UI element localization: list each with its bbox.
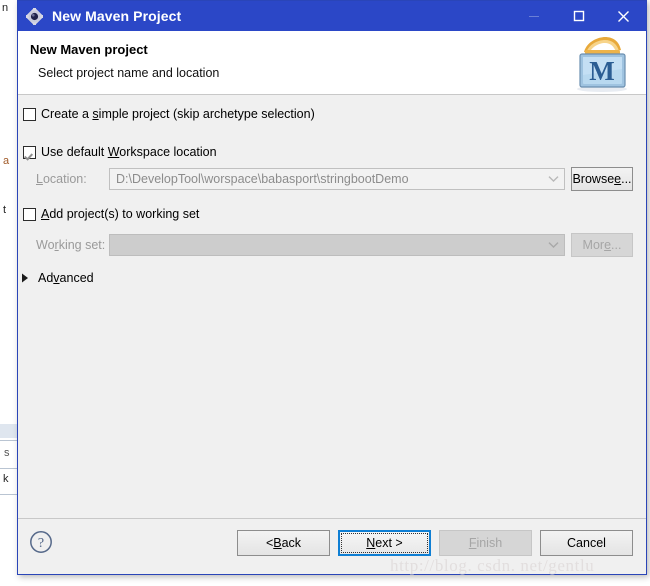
background-divider: [0, 440, 17, 441]
background-text-fragment: a: [3, 155, 10, 167]
simple-project-label: Create a simple project (skip archetype …: [41, 107, 315, 121]
dialog-titlebar[interactable]: New Maven Project: [18, 1, 646, 31]
chevron-down-icon[interactable]: [542, 235, 564, 255]
maximize-button[interactable]: [556, 1, 601, 31]
back-button[interactable]: < Back: [237, 530, 330, 556]
dialog-action-buttons: < Back Next > Finish Cancel: [237, 530, 633, 556]
next-button[interactable]: Next >: [338, 530, 431, 556]
chevron-down-icon[interactable]: [542, 169, 564, 189]
cancel-button[interactable]: Cancel: [540, 530, 633, 556]
add-working-set-label: Add project(s) to working set: [41, 207, 200, 221]
background-text-fragment: t: [3, 204, 7, 216]
dialog-body: Create a simple project (skip archetype …: [18, 95, 646, 518]
background-text-fragment: k: [3, 473, 9, 485]
location-combobox[interactable]: D:\DevelopTool\worspace\babasport\string…: [109, 168, 565, 190]
location-label: Location:: [36, 172, 87, 186]
window-controls: [511, 1, 646, 31]
minimize-button[interactable]: [511, 1, 556, 31]
new-maven-project-dialog: New Maven Project New Maven project Sele…: [17, 0, 647, 575]
default-workspace-checkbox-row[interactable]: Use default Workspace location: [23, 145, 217, 159]
dialog-title: New Maven Project: [52, 8, 182, 24]
background-strip: [0, 424, 17, 438]
svg-text:M: M: [589, 56, 614, 86]
watermark-text: http://blog. csdn. net/gentlu: [390, 556, 595, 575]
dialog-header: New Maven project Select project name an…: [18, 31, 646, 95]
simple-project-checkbox[interactable]: [23, 107, 36, 121]
background-text-fragment: n: [2, 2, 9, 14]
background-divider: [0, 468, 17, 469]
default-workspace-checkbox[interactable]: [23, 145, 36, 159]
default-workspace-label: Use default Workspace location: [41, 145, 217, 159]
location-value: D:\DevelopTool\worspace\babasport\string…: [116, 172, 409, 186]
finish-button[interactable]: Finish: [439, 530, 532, 556]
working-set-combobox[interactable]: [109, 234, 565, 256]
chevron-right-icon[interactable]: [21, 272, 31, 284]
background-divider: [0, 494, 17, 495]
advanced-label: Advanced: [38, 271, 94, 285]
maven-logo-icon: M: [571, 35, 633, 93]
close-button[interactable]: [601, 1, 646, 31]
more-button[interactable]: Mor e...: [571, 233, 633, 257]
background-text-fragment: s: [4, 447, 10, 459]
question-mark-icon[interactable]: ?: [29, 530, 53, 554]
advanced-expander[interactable]: Advanced: [21, 271, 94, 285]
simple-project-checkbox-row[interactable]: Create a simple project (skip archetype …: [23, 107, 315, 121]
header-title: New Maven project: [30, 42, 148, 57]
browse-button[interactable]: Browse e...: [571, 167, 633, 191]
gear-icon: [25, 6, 44, 26]
header-subtitle: Select project name and location: [38, 66, 220, 80]
svg-text:?: ?: [38, 536, 44, 551]
working-set-label: Working set:: [36, 238, 106, 252]
add-working-set-checkbox-row[interactable]: Add project(s) to working set: [23, 207, 199, 221]
add-working-set-checkbox[interactable]: [23, 207, 36, 221]
